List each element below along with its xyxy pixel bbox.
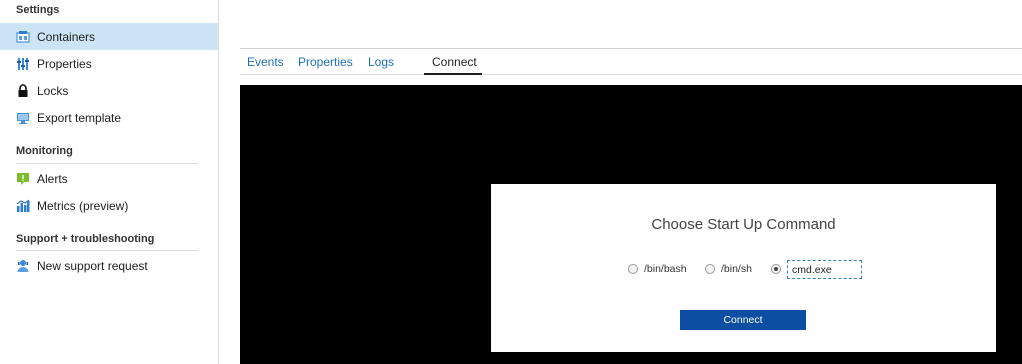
radio-custom-command[interactable] [771, 260, 787, 278]
containers-icon [16, 30, 30, 44]
sidebar-item-properties[interactable]: Properties [0, 50, 218, 77]
settings-section-header: Settings [16, 4, 60, 16]
radio-dot [774, 267, 778, 271]
section-divider [16, 250, 198, 251]
sidebar-item-label: Metrics (preview) [37, 198, 129, 213]
startup-command-dialog: Choose Start Up Command /bin/bash /bin/s… [491, 184, 996, 352]
sidebar-item-export-template[interactable]: Export template [0, 104, 218, 131]
support-person-icon [16, 259, 30, 273]
terminal-console[interactable]: Choose Start Up Command /bin/bash /bin/s… [240, 85, 1022, 364]
sidebar-item-label: Properties [37, 56, 92, 71]
section-divider [16, 163, 198, 164]
custom-command-input[interactable]: cmd.exe [787, 260, 862, 279]
sidebar-item-metrics[interactable]: Metrics (preview) [0, 192, 218, 219]
sidebar-item-label: New support request [37, 258, 148, 273]
sidebar-item-alerts[interactable]: Alerts [0, 165, 218, 192]
radio-label: /bin/bash [644, 263, 687, 275]
support-section-header: Support + troubleshooting [16, 233, 155, 245]
tab-properties[interactable]: Properties [298, 55, 353, 69]
radio-bin-bash[interactable]: /bin/bash [628, 260, 687, 278]
radio-label: /bin/sh [721, 263, 752, 275]
sidebar-item-label: Containers [37, 29, 96, 44]
properties-icon [16, 57, 30, 71]
radio-bin-sh[interactable]: /bin/sh [705, 260, 752, 278]
sidebar: Settings Containers Properties Locks Exp… [0, 0, 219, 364]
sidebar-item-label: Alerts [37, 171, 68, 186]
monitoring-section-header: Monitoring [16, 145, 73, 157]
tab-connect[interactable]: Connect [432, 55, 477, 69]
sidebar-item-label: Export template [37, 110, 122, 125]
lock-icon [16, 83, 30, 98]
export-template-icon [16, 111, 30, 125]
sidebar-item-containers[interactable]: Containers [0, 23, 218, 50]
alert-icon [16, 172, 30, 186]
main-panel: Events Properties Logs Connect Choose St… [219, 0, 1022, 364]
sidebar-item-label: Locks [37, 83, 69, 98]
active-tab-indicator [424, 73, 482, 75]
dialog-title: Choose Start Up Command [651, 216, 836, 233]
radio-button[interactable] [628, 264, 638, 274]
radio-button[interactable] [705, 264, 715, 274]
connect-button[interactable]: Connect [680, 310, 806, 330]
radio-button-selected[interactable] [771, 264, 781, 274]
sidebar-item-locks[interactable]: Locks [0, 77, 218, 104]
sidebar-item-new-support-request[interactable]: New support request [0, 252, 218, 279]
metrics-icon [16, 199, 30, 213]
tab-logs[interactable]: Logs [368, 55, 394, 69]
tab-bar: Events Properties Logs Connect [240, 49, 1022, 75]
tab-events[interactable]: Events [247, 55, 284, 69]
